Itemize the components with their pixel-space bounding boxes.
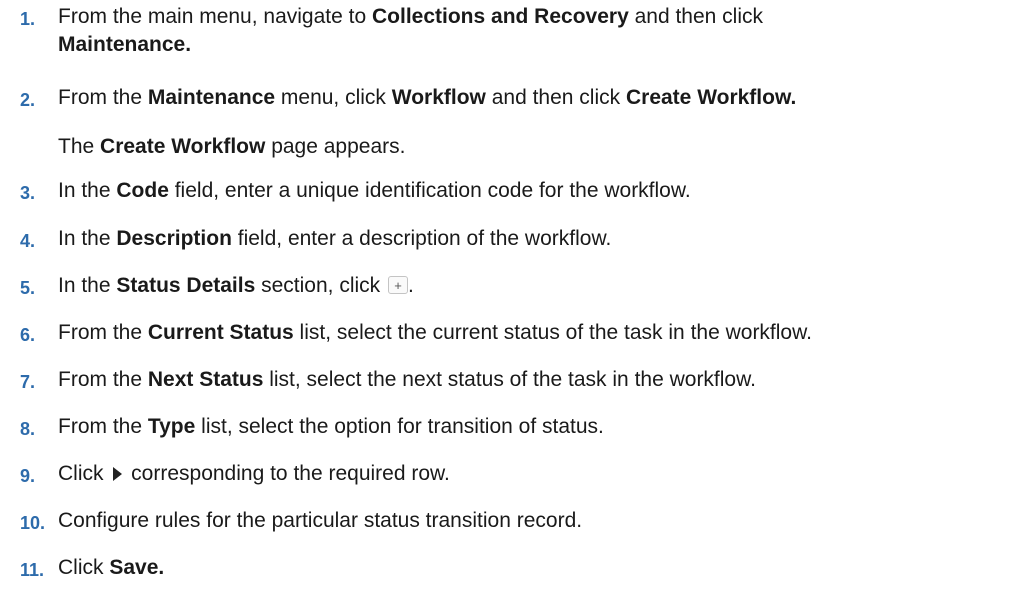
step-number: 4. xyxy=(20,231,36,251)
step-text: From the Current Status list, select the… xyxy=(58,321,812,344)
step-number: 6. xyxy=(20,325,36,345)
step-number: 9. xyxy=(20,466,36,486)
expand-triangle-icon xyxy=(113,467,123,481)
step-text: Click Save. xyxy=(58,556,165,579)
step-number: 11. xyxy=(20,560,45,580)
step-number: 10. xyxy=(20,513,46,533)
save-label: Save. xyxy=(109,556,165,579)
result-text: The Create Workflow page appears. xyxy=(58,135,406,158)
add-icon: + xyxy=(388,276,408,294)
step-number: 5. xyxy=(20,278,36,298)
step-number: 2. xyxy=(20,90,36,110)
step-text: From the Maintenance menu, click Workflo… xyxy=(58,86,797,109)
menu-maintenance: Maintenance. xyxy=(58,33,192,56)
step-number: 8. xyxy=(20,419,36,439)
step-text: From the Next Status list, select the ne… xyxy=(58,368,756,391)
step-number: 7. xyxy=(20,372,36,392)
step-text: Click corresponding to the required row. xyxy=(58,462,450,485)
step-text: In the Description field, enter a descri… xyxy=(58,227,612,250)
step-text: In the Status Details section, click +. xyxy=(58,274,414,297)
menu-collections-and-recovery: Collections and Recovery xyxy=(372,5,629,28)
step-number: 1. xyxy=(20,9,36,29)
step-number: 3. xyxy=(20,183,36,203)
step-text: From the Type list, select the option fo… xyxy=(58,415,604,438)
step-text: From the main menu, navigate to Collecti… xyxy=(58,5,763,56)
step-text: Configure rules for the particular statu… xyxy=(58,509,583,532)
step-text: In the Code field, enter a unique identi… xyxy=(58,179,691,202)
